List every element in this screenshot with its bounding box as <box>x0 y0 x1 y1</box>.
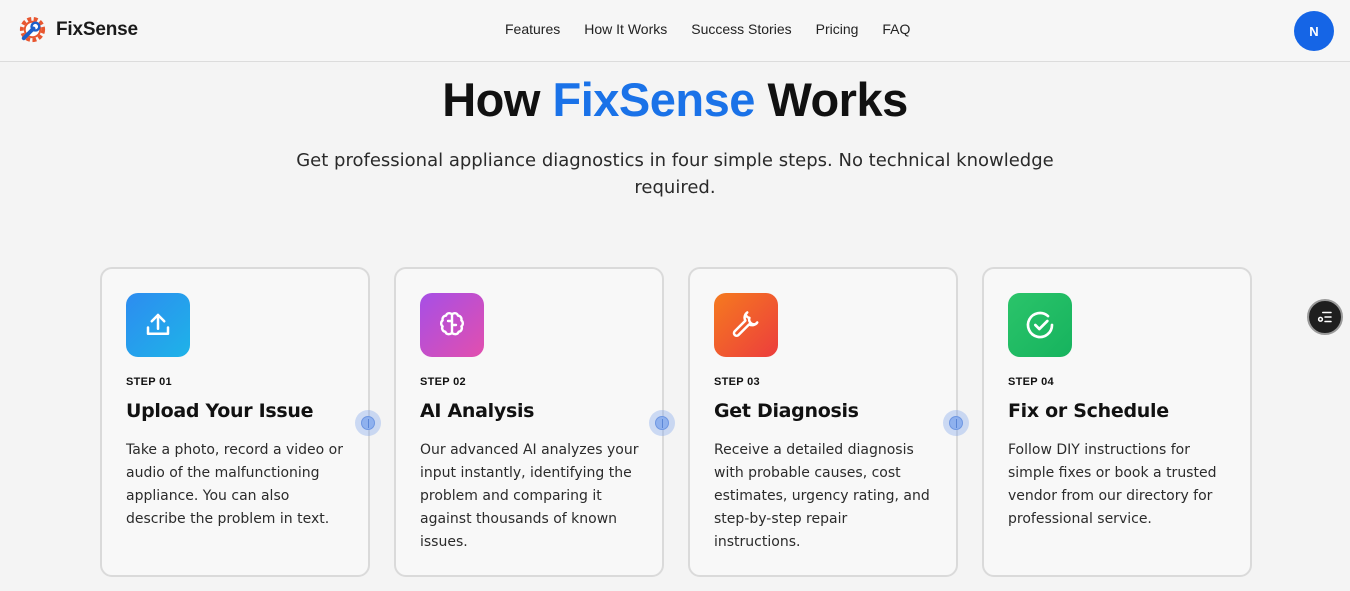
step-description: Receive a detailed diagnosis with probab… <box>714 442 930 550</box>
nav-item-faq[interactable]: FAQ <box>882 21 910 37</box>
brand[interactable]: FixSense <box>17 14 138 45</box>
brain-icon <box>420 293 484 357</box>
step-number: STEP 03 <box>714 376 760 388</box>
brand-name: FixSense <box>56 18 138 40</box>
page-subtitle: Get professional appliance diagnostics i… <box>296 150 1054 198</box>
step-card-upload: STEP 01 Upload Your Issue Take a photo, … <box>100 267 370 577</box>
step-card-ai-analysis: STEP 02 AI Analysis Our advanced AI anal… <box>394 267 664 577</box>
step-description: Our advanced AI analyzes your input inst… <box>420 442 639 550</box>
step-connector-dot <box>943 410 969 436</box>
step-title: Get Diagnosis <box>714 400 859 422</box>
title-suffix: Works <box>754 73 908 126</box>
check-circle-icon <box>1008 293 1072 357</box>
wrench-icon <box>714 293 778 357</box>
step-title: Upload Your Issue <box>126 400 314 422</box>
title-accent: FixSense <box>552 73 756 126</box>
step-number: STEP 02 <box>420 376 466 388</box>
nav-item-pricing[interactable]: Pricing <box>816 21 859 37</box>
step-description: Take a photo, record a video or audio of… <box>126 442 344 527</box>
main-nav: Features How It Works Success Stories Pr… <box>505 21 910 37</box>
step-title: Fix or Schedule <box>1008 400 1169 422</box>
user-avatar[interactable]: N <box>1294 11 1334 51</box>
step-title: AI Analysis <box>420 400 535 422</box>
nav-item-success-stories[interactable]: Success Stories <box>691 21 791 37</box>
step-connector-dot <box>649 410 675 436</box>
step-card-fix-schedule: STEP 04 Fix or Schedule Follow DIY instr… <box>982 267 1252 577</box>
header: FixSense Features How It Works Success S… <box>0 0 1350 62</box>
step-number: STEP 01 <box>126 376 172 388</box>
page-title: How FixSense Works <box>0 72 1350 127</box>
settings-list-icon[interactable] <box>1307 299 1343 335</box>
step-card-diagnosis: STEP 03 Get Diagnosis Receive a detailed… <box>688 267 958 577</box>
title-prefix: How <box>442 73 553 126</box>
nav-item-features[interactable]: Features <box>505 21 560 37</box>
page: FixSense Features How It Works Success S… <box>0 0 1350 591</box>
step-number: STEP 04 <box>1008 376 1054 388</box>
gear-wrench-icon <box>19 16 46 43</box>
nav-item-how-it-works[interactable]: How It Works <box>584 21 667 37</box>
upload-icon <box>126 293 190 357</box>
step-connector-dot <box>355 410 381 436</box>
step-description: Follow DIY instructions for simple fixes… <box>1008 442 1217 527</box>
